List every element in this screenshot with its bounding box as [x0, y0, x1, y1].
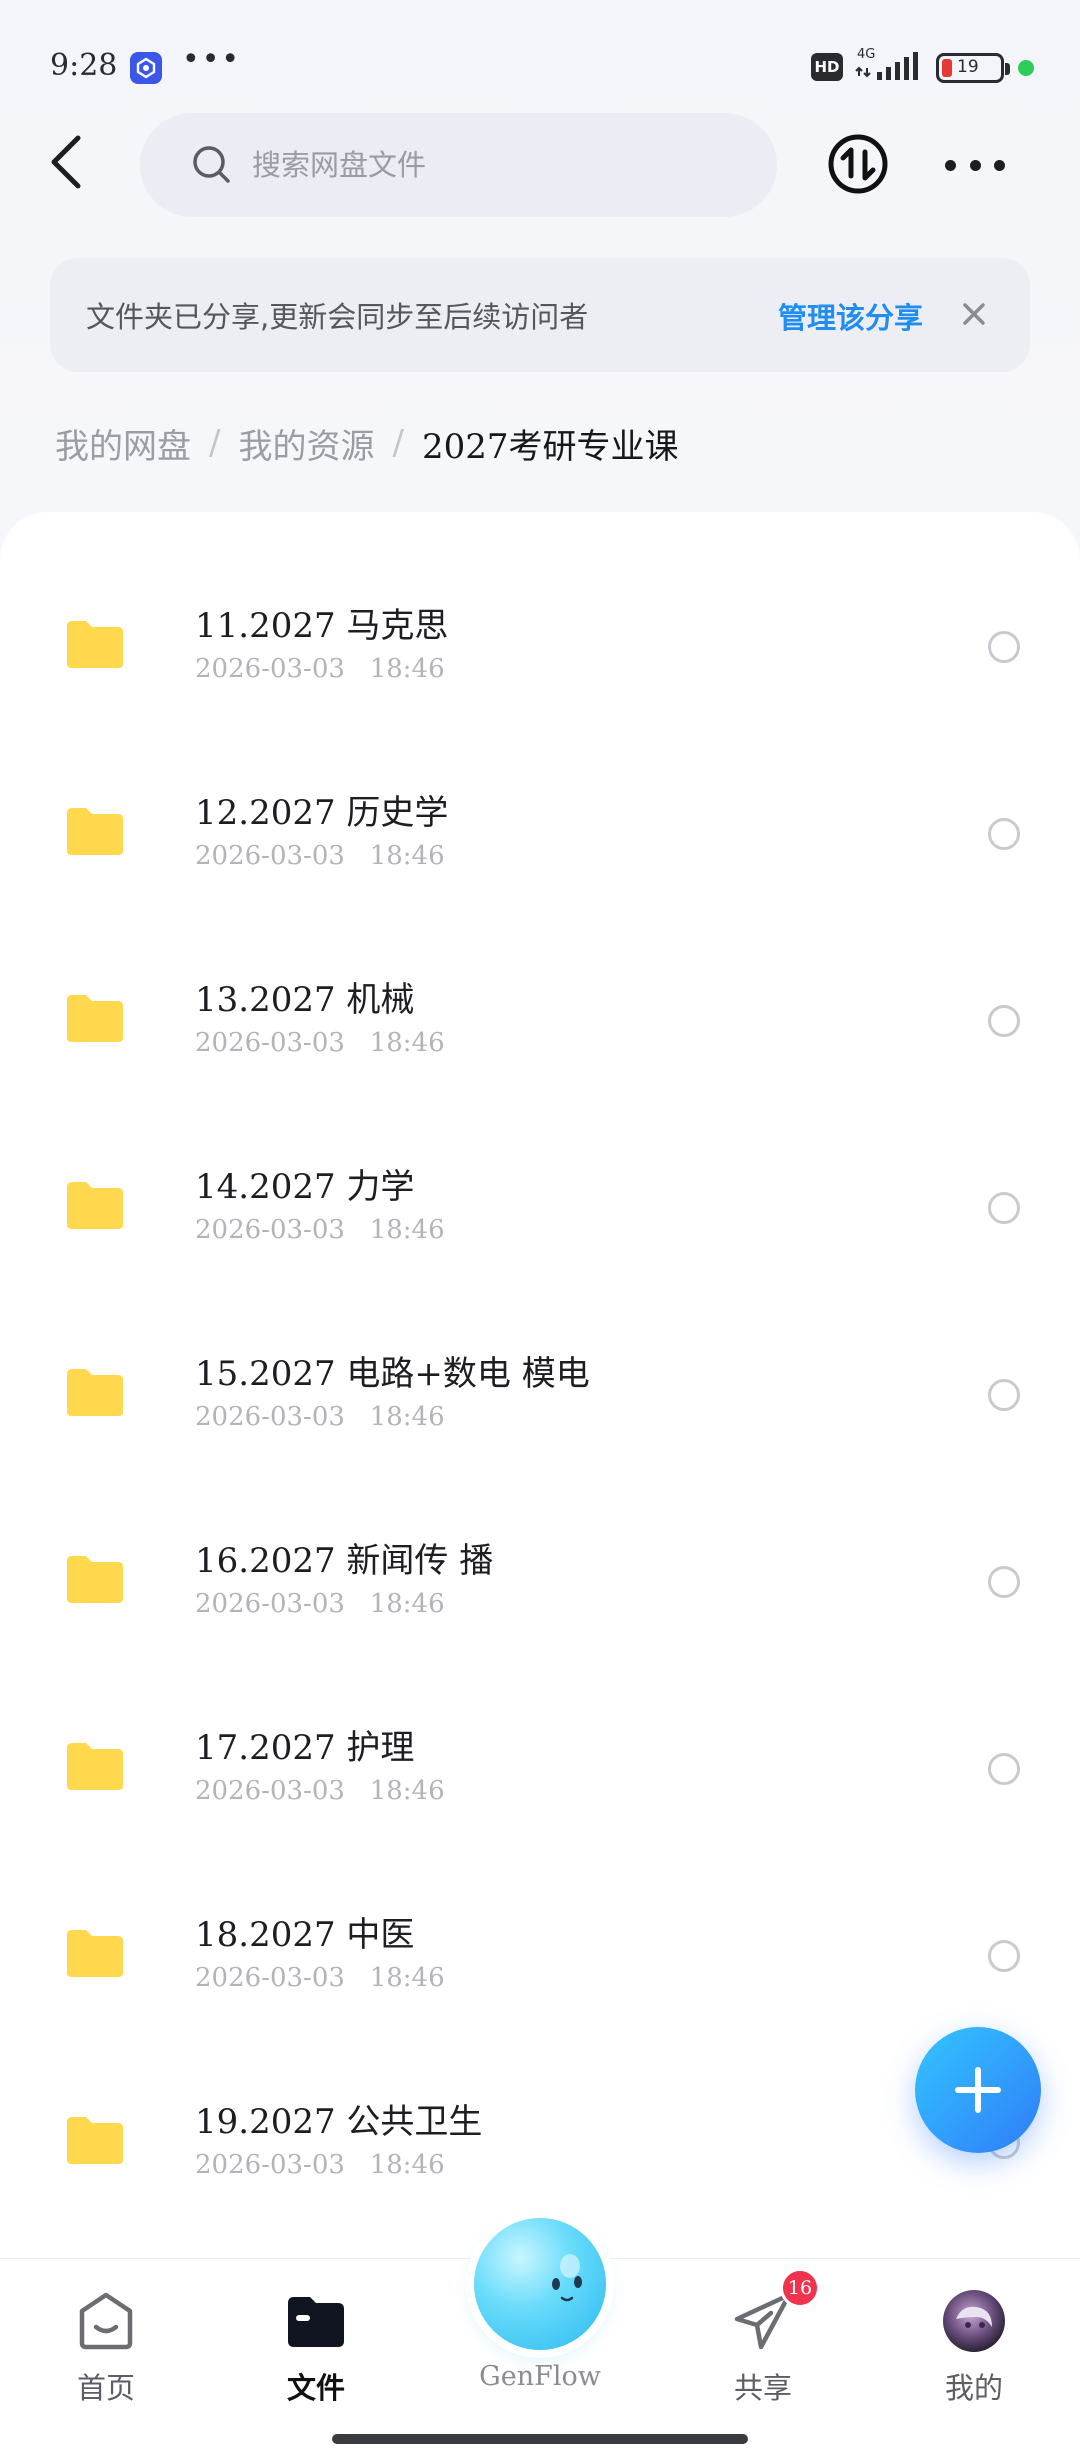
- folder-icon: [67, 995, 123, 1042]
- file-date: 2026-03-03 18:46: [195, 1402, 445, 1432]
- signal-icon: 4G: [855, 46, 925, 86]
- nav-mine-label: 我的: [944, 2371, 1003, 2405]
- more-options-button[interactable]: [945, 145, 1005, 185]
- nav-files[interactable]: 文件: [246, 2289, 386, 2429]
- list-item[interactable]: 14.2027 力学 2026-03-03 18:46: [0, 1119, 1080, 1306]
- breadcrumb-current-folder: 2027考研专业课: [421, 426, 679, 467]
- status-time: 9:28: [50, 48, 118, 83]
- nav-genflow[interactable]: GenFlow: [470, 2206, 610, 2396]
- file-date: 2026-03-03 18:46: [195, 1215, 445, 1245]
- file-date: 2026-03-03 18:46: [195, 654, 445, 684]
- plus-icon: [955, 2067, 1001, 2113]
- genflow-mascot-icon: [474, 2218, 606, 2350]
- breadcrumb-separator: /: [209, 423, 221, 463]
- file-date: 2026-03-03 18:46: [195, 841, 445, 871]
- file-name: 11.2027 马克思: [195, 606, 449, 646]
- hd-icon: HD: [811, 53, 843, 81]
- manage-share-link[interactable]: 管理该分享: [778, 295, 923, 337]
- nav-files-label: 文件: [286, 2371, 345, 2405]
- nav-home[interactable]: 首页: [36, 2289, 176, 2429]
- file-date: 2026-03-03 18:46: [195, 1589, 445, 1619]
- file-date: 2026-03-03 18:46: [195, 1963, 445, 1993]
- list-item[interactable]: 15.2027 电路+数电 模电 2026-03-03 18:46: [0, 1306, 1080, 1493]
- nav-genflow-label: GenFlow: [479, 2361, 601, 2392]
- file-name: 19.2027 公共卫生: [195, 2102, 483, 2142]
- list-item[interactable]: 16.2027 新闻传 播 2026-03-03 18:46: [0, 1493, 1080, 1680]
- breadcrumb-separator: /: [392, 423, 404, 463]
- file-name: 14.2027 力学: [195, 1167, 415, 1207]
- search-icon: [193, 146, 230, 183]
- folder-icon: [67, 621, 123, 668]
- close-icon: [963, 303, 985, 325]
- select-checkbox[interactable]: [988, 1753, 1020, 1785]
- share-notification-badge: 16: [780, 2268, 820, 2308]
- file-name: 18.2027 中医: [195, 1915, 415, 1955]
- select-checkbox[interactable]: [988, 631, 1020, 663]
- more-dot-icon: [945, 159, 956, 171]
- avatar: [943, 2290, 1005, 2352]
- more-dot-icon: [969, 159, 981, 171]
- folder-icon: [67, 2117, 123, 2164]
- list-item[interactable]: 11.2027 马克思 2026-03-03 18:46: [0, 558, 1080, 745]
- file-name: 12.2027 历史学: [195, 793, 449, 833]
- share-notice-banner: 文件夹已分享,更新会同步至后续访问者 管理该分享: [50, 258, 1030, 372]
- transfer-icon: [828, 134, 888, 194]
- folder-icon: [67, 1369, 123, 1416]
- share-notice-text: 文件夹已分享,更新会同步至后续访问者: [86, 300, 589, 334]
- list-item[interactable]: 18.2027 中医 2026-03-03 18:46: [0, 1867, 1080, 2054]
- select-checkbox[interactable]: [988, 818, 1020, 850]
- folder-tab-icon: [288, 2297, 344, 2347]
- list-item[interactable]: 13.2027 机械 2026-03-03 18:46: [0, 932, 1080, 1119]
- folder-icon: [67, 1930, 123, 1977]
- network-type-label: 4G: [857, 47, 875, 62]
- folder-icon: [67, 808, 123, 855]
- select-checkbox[interactable]: [988, 1566, 1020, 1598]
- folder-icon: [67, 1556, 123, 1603]
- folder-icon: [67, 1743, 123, 1790]
- list-item[interactable]: 17.2027 护理 2026-03-03 18:46: [0, 1680, 1080, 1867]
- breadcrumb: 我的网盘 / 我的资源 / 2027考研专业课: [55, 418, 678, 468]
- transfer-list-button[interactable]: [826, 132, 890, 196]
- file-name: 17.2027 护理: [195, 1728, 415, 1768]
- search-bar[interactable]: [140, 113, 777, 217]
- home-indicator[interactable]: [332, 2434, 748, 2444]
- status-more-dots: •••: [182, 42, 242, 77]
- select-checkbox[interactable]: [988, 1192, 1020, 1224]
- more-dot-icon: [994, 159, 1005, 171]
- page: 9:28 ••• HD 4G 19 搜索网盘文件 文件夹已分享,更新会同步至后续…: [0, 0, 1080, 2460]
- battery-icon: 19: [936, 53, 1010, 83]
- battery-level: 19: [957, 57, 979, 77]
- nav-mine[interactable]: 我的: [904, 2289, 1044, 2429]
- file-date: 2026-03-03 18:46: [195, 1776, 445, 1806]
- top-bar: [0, 110, 1080, 220]
- nav-share[interactable]: 共享: [693, 2289, 833, 2429]
- close-banner-button[interactable]: [954, 294, 994, 334]
- app-notification-icon: [130, 52, 162, 84]
- file-date: 2026-03-03 18:46: [195, 1028, 445, 1058]
- nav-home-label: 首页: [76, 2371, 135, 2405]
- home-icon: [79, 2292, 133, 2350]
- select-checkbox[interactable]: [988, 1379, 1020, 1411]
- privacy-indicator-dot: [1018, 60, 1034, 76]
- breadcrumb-item-my-drive[interactable]: 我的网盘: [55, 419, 191, 468]
- back-button[interactable]: [36, 132, 96, 192]
- select-checkbox[interactable]: [988, 1940, 1020, 1972]
- file-date: 2026-03-03 18:46: [195, 2150, 445, 2180]
- file-name: 13.2027 机械: [195, 980, 415, 1020]
- file-name: 15.2027 电路+数电 模电: [195, 1354, 590, 1394]
- search-input[interactable]: [252, 148, 692, 182]
- file-list: 11.2027 马克思 2026-03-03 18:46 12.2027 历史学…: [0, 512, 1080, 2460]
- add-button[interactable]: [915, 2027, 1041, 2153]
- list-item[interactable]: 12.2027 历史学 2026-03-03 18:46: [0, 745, 1080, 932]
- nav-share-label: 共享: [733, 2371, 792, 2405]
- back-arrow-icon: [51, 135, 81, 189]
- folder-icon: [67, 1182, 123, 1229]
- file-name: 16.2027 新闻传 播: [195, 1541, 494, 1581]
- breadcrumb-item-my-resources[interactable]: 我的资源: [238, 419, 374, 468]
- select-checkbox[interactable]: [988, 1005, 1020, 1037]
